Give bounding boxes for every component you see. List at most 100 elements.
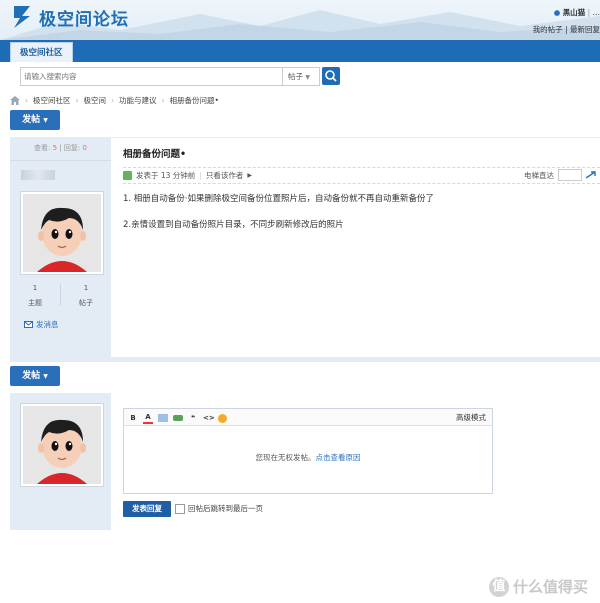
breadcrumb-separator: ›	[25, 96, 28, 105]
quick-reply: B A ❝ <> 高级模式 您现在无权发帖。点击查看原因 发表回复 回帖后跳转到…	[10, 393, 600, 530]
user-links: 我的帖子 | 最新回复	[533, 24, 600, 35]
stat-posts[interactable]: 1 帖子	[61, 284, 111, 308]
link-icon[interactable]	[173, 415, 183, 421]
breadcrumb-item[interactable]: 功能与建议	[119, 95, 157, 106]
post-body: 相册备份问题• 发表于 13 分钟前 | 只看该作者 ▶ 电梯直达 1. 相册自…	[111, 137, 600, 358]
separator: |	[565, 25, 568, 34]
my-posts-link[interactable]: 我的帖子	[533, 25, 563, 34]
search-type-select[interactable]: 帖子 ▼	[282, 68, 319, 85]
main-nav: 极空间社区	[0, 40, 600, 63]
replies-label: 回复:	[63, 144, 81, 152]
new-post-button[interactable]: 发帖 ▼	[10, 110, 60, 130]
avatar-image	[23, 194, 101, 272]
new-post-button-bottom[interactable]: 发帖 ▼	[10, 366, 60, 386]
search-type-label: 帖子	[288, 72, 303, 81]
post-meta-bar: 发表于 13 分钟前 | 只看该作者 ▶ 电梯直达	[123, 167, 600, 184]
envelope-icon	[24, 321, 33, 328]
site-header: 极空间论坛 ● 黑山猫 | … 我的帖子 | 最新回复 极空间社区	[0, 0, 600, 63]
editor-toolbar: B A ❝ <> 高级模式	[124, 409, 492, 426]
content-paragraph: 1. 相册自动备份·如果删除极空间备份位置照片后，自动备份就不再自动重新备份了	[123, 194, 435, 204]
breadcrumb-separator: ›	[75, 96, 79, 105]
new-post-label: 发帖	[22, 371, 41, 381]
search-input[interactable]	[24, 70, 274, 82]
go-arrow-icon[interactable]	[586, 171, 596, 179]
author-panel: 查看: 5 | 回复: 0 1 主题 1 帖子 发消息	[10, 137, 111, 357]
font-color-icon[interactable]: A	[143, 412, 153, 424]
latest-replies-link[interactable]: 最新回复	[570, 25, 600, 34]
search-box: 帖子 ▼	[20, 67, 320, 86]
avatar[interactable]	[21, 192, 103, 274]
breadcrumb-separator: ›	[161, 96, 165, 105]
only-author-link[interactable]: 只看该作者	[206, 170, 244, 181]
caret-down-icon: ▼	[43, 373, 48, 380]
submit-reply-button[interactable]: 发表回复	[123, 501, 171, 517]
thread-stats: 查看: 5 | 回复: 0	[10, 137, 111, 161]
reply-avatar[interactable]	[21, 404, 103, 486]
search-button[interactable]	[322, 67, 340, 85]
send-message-label: 发消息	[36, 320, 59, 329]
search-bar: 帖子 ▼	[0, 62, 600, 90]
breadcrumb-item[interactable]: 极空间	[84, 95, 107, 106]
breadcrumb-separator: ›	[111, 96, 114, 105]
play-icon: ▶	[247, 172, 252, 179]
stat-label: 帖子	[79, 299, 93, 307]
code-icon[interactable]: <>	[203, 413, 215, 423]
jump-last-page-checkbox[interactable]	[175, 503, 185, 514]
home-icon[interactable]	[10, 96, 20, 105]
content-paragraph: 2.亲情设置到自动备份照片目录，不同步刷新修改后的照片	[123, 220, 344, 230]
post-separator	[10, 357, 600, 362]
logo-icon	[14, 6, 30, 28]
separator: |	[59, 144, 62, 152]
stat-topics[interactable]: 1 主题	[10, 284, 60, 308]
chevron-down-icon: ▼	[305, 74, 311, 81]
avatar-image	[23, 406, 101, 484]
post-meta-left: 发表于 13 分钟前 | 只看该作者 ▶	[123, 170, 252, 181]
post-content: 1. 相册自动备份·如果删除极空间备份位置照片后，自动备份就不再自动重新备份了 …	[123, 193, 434, 245]
reply-editor: B A ❝ <> 高级模式 您现在无权发帖。点击查看原因	[123, 408, 493, 494]
emoji-icon[interactable]	[218, 413, 227, 423]
jump-last-page-option[interactable]: 回帖后跳转到最后一页	[175, 503, 263, 514]
thread-post: 查看: 5 | 回复: 0 1 主题 1 帖子 发消息 相册备份问题• 发表于 …	[10, 137, 600, 358]
watermark-text: 什么值得买	[512, 578, 588, 596]
stat-label: 主题	[28, 299, 42, 307]
reply-editor-area: B A ❝ <> 高级模式 您现在无权发帖。点击查看原因 发表回复 回帖后跳转到…	[111, 393, 600, 530]
search-icon	[325, 70, 337, 82]
send-message-link[interactable]: 发消息	[24, 319, 59, 330]
breadcrumb: › 极空间社区 › 极空间 › 功能与建议 › 相册备份问题•	[10, 95, 219, 106]
no-permission-notice: 您现在无权发帖。点击查看原因	[124, 452, 492, 463]
new-post-label: 发帖	[22, 115, 41, 125]
separator: |	[587, 8, 591, 17]
editor-tools: B A ❝ <>	[128, 412, 227, 424]
author-name-blurred[interactable]	[21, 170, 55, 180]
stat-value: 1	[83, 284, 89, 292]
separator: |	[199, 171, 202, 180]
quote-icon[interactable]: ❝	[188, 413, 198, 423]
no-permission-reason-link[interactable]: 点击查看原因	[316, 453, 361, 462]
logo-text: 极空间论坛	[39, 9, 129, 30]
stat-value: 1	[32, 284, 38, 292]
jump-last-page-label: 回帖后跳转到最后一页	[188, 504, 263, 513]
floor-jump-input[interactable]	[558, 169, 582, 181]
username-link[interactable]: 黑山猫	[563, 8, 586, 17]
replies-count: 0	[82, 144, 87, 152]
breadcrumb-item[interactable]: 极空间社区	[33, 95, 71, 106]
bold-icon[interactable]: B	[128, 413, 138, 423]
image-icon[interactable]	[158, 414, 168, 422]
reply-author-panel	[10, 393, 111, 530]
floor-jump-label: 电梯直达	[524, 170, 554, 180]
site-logo[interactable]: 极空间论坛	[10, 4, 129, 30]
watermark-logo-icon: 值	[488, 576, 509, 597]
post-time: 发表于 13 分钟前	[136, 171, 196, 180]
thread-title: 相册备份问题•	[123, 149, 187, 160]
views-label: 查看:	[34, 144, 51, 152]
breadcrumb-current: 相册备份问题•	[169, 96, 219, 105]
nav-tab-community[interactable]: 极空间社区	[10, 42, 73, 63]
caret-down-icon: ▼	[43, 117, 48, 124]
user-icon: ●	[553, 8, 561, 17]
no-permission-text: 您现在无权发帖。	[255, 453, 316, 462]
advanced-mode-link[interactable]: 高级模式	[456, 412, 486, 423]
user-bar: ● 黑山猫 | …	[554, 7, 600, 18]
post-meta-right: 电梯直达	[524, 169, 596, 181]
more-link[interactable]: …	[593, 8, 600, 17]
online-icon	[123, 171, 132, 180]
